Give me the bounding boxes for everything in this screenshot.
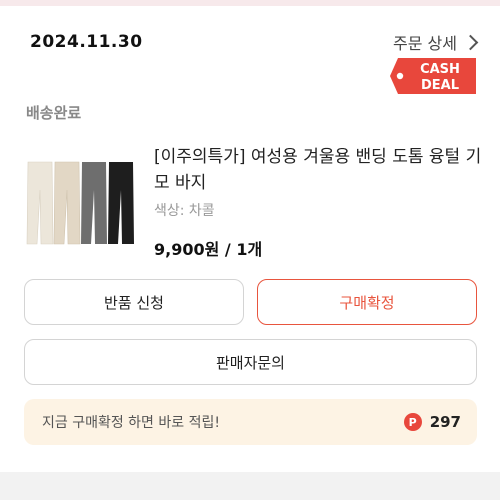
badge-line2: DEAL: [421, 78, 459, 93]
order-date: 2024.11.30: [30, 32, 143, 52]
reward-points: 297: [429, 413, 461, 431]
order-detail-label: 주문 상세: [393, 34, 457, 53]
point-icon: P: [403, 413, 422, 431]
bottom-strip: [0, 472, 500, 500]
product-option: 색상: 차콜: [154, 203, 215, 219]
return-request-button[interactable]: 반품 신청: [24, 279, 244, 325]
product-thumbnail[interactable]: [22, 156, 140, 250]
product-title[interactable]: [이주의특가] 여성용 겨울용 밴딩 도톰 융털 기모 바지: [154, 144, 484, 196]
order-detail-link[interactable]: 주문 상세: [393, 30, 479, 54]
purchase-confirm-button[interactable]: 구매확정: [257, 279, 477, 325]
delivery-status: 배송완료: [26, 104, 82, 122]
badge-line1: CASH: [420, 62, 460, 77]
seller-inquiry-button[interactable]: 판매자문의: [24, 339, 477, 385]
reward-message: 지금 구매확정 하면 바로 적립!: [42, 415, 220, 431]
product-price: 9,900원 / 1개: [154, 240, 263, 259]
cash-deal-badge: CASH DEAL: [390, 58, 476, 94]
order-card: 2024.11.30 주문 상세 CASH DEAL 배송완료 [이주의특가] …: [0, 6, 500, 472]
chevron-right-icon: [462, 34, 479, 50]
reward-points-group: P 297: [403, 413, 461, 431]
reward-banner: 지금 구매확정 하면 바로 적립! P 297: [24, 399, 477, 445]
